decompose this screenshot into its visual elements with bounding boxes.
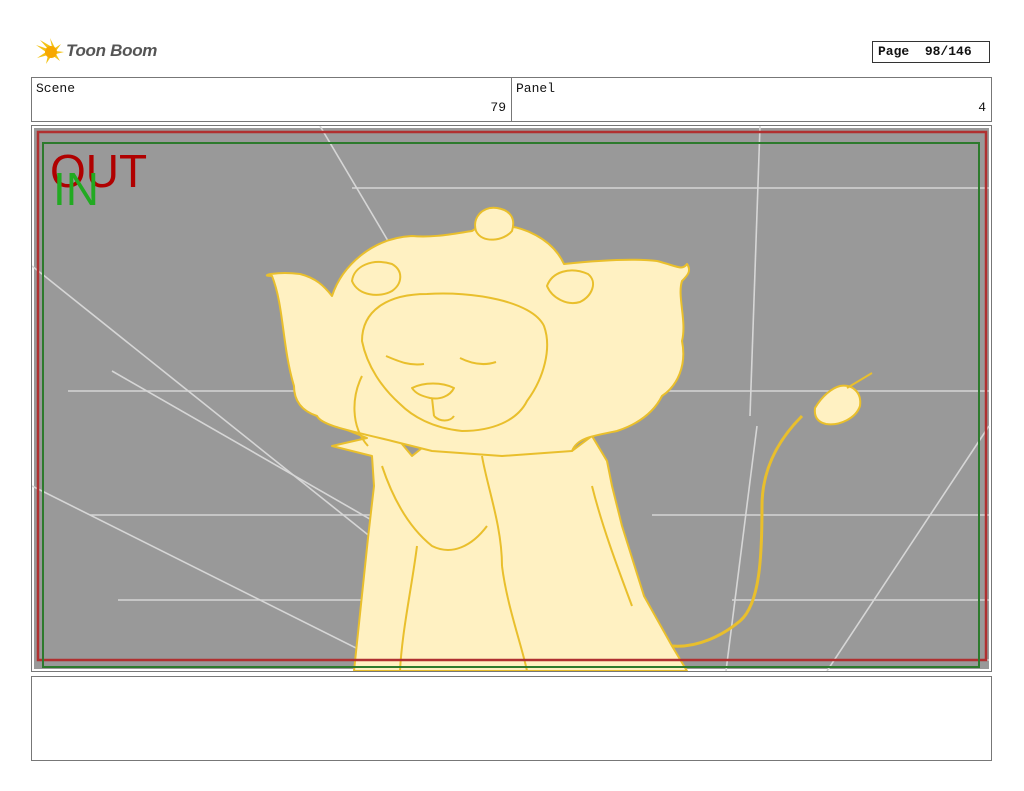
page-indicator: Page 98/146 — [872, 41, 990, 63]
panel-label: Panel — [516, 81, 556, 96]
panel-image-frame: OUT IN — [31, 125, 992, 672]
scene-label: Scene — [36, 81, 76, 96]
panel-cell: Panel 4 — [512, 78, 991, 121]
toon-boom-logo: Toon Boom — [34, 36, 164, 68]
logo-burst-icon — [36, 38, 64, 64]
logo-text: Toon Boom — [66, 41, 158, 60]
panel-drawing — [32, 126, 990, 671]
in-marker: IN — [53, 163, 99, 215]
page-number: 98/146 — [924, 44, 972, 59]
scene-number: 79 — [490, 100, 506, 115]
page-label: Page — [878, 44, 910, 59]
panel-number: 4 — [978, 100, 986, 115]
scene-panel-row: Scene 79 Panel 4 — [31, 77, 992, 122]
scene-cell: Scene 79 — [32, 78, 512, 121]
panel-notes-box[interactable] — [31, 676, 992, 761]
